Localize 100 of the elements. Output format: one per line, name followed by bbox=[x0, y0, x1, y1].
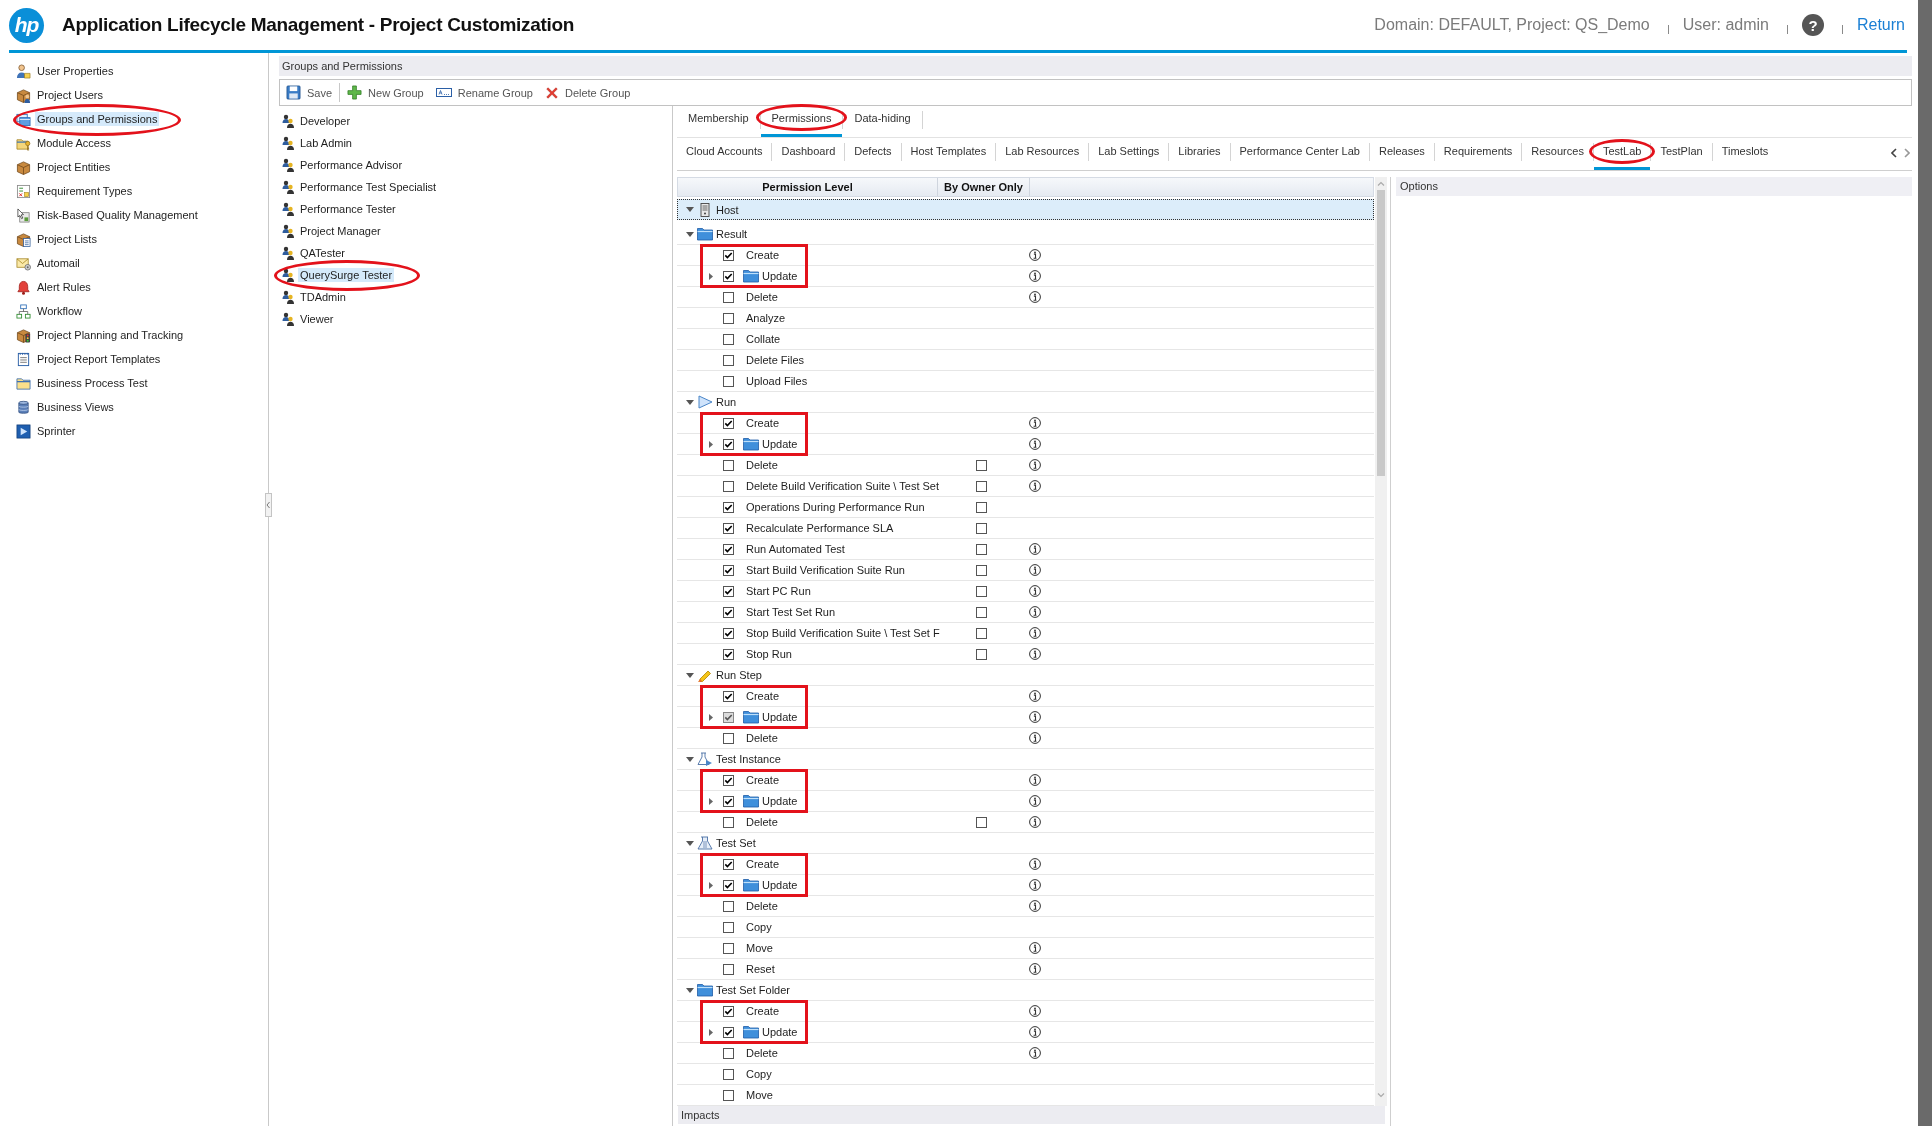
tab[interactable]: Requirements bbox=[1434, 138, 1522, 170]
sidebar-item[interactable]: Project Lists bbox=[0, 227, 268, 251]
sidebar-item[interactable]: Module Access bbox=[0, 131, 268, 155]
info-icon[interactable] bbox=[1029, 606, 1041, 618]
tree-row[interactable]: Host bbox=[677, 199, 1374, 220]
info-icon[interactable] bbox=[1029, 711, 1041, 723]
tab[interactable]: Defects bbox=[845, 138, 901, 170]
checkbox[interactable] bbox=[976, 627, 987, 639]
checkbox[interactable] bbox=[723, 1047, 734, 1059]
checkbox[interactable] bbox=[723, 375, 734, 387]
info-icon[interactable] bbox=[1029, 459, 1041, 471]
checkbox[interactable] bbox=[723, 291, 734, 303]
info-icon[interactable] bbox=[1029, 417, 1041, 429]
info-icon[interactable] bbox=[1029, 690, 1041, 702]
checkbox[interactable] bbox=[723, 1005, 734, 1017]
checkbox[interactable] bbox=[723, 417, 734, 429]
info-icon[interactable] bbox=[1029, 1026, 1041, 1038]
tab[interactable]: Dashboard bbox=[772, 138, 845, 170]
tab[interactable]: Resources bbox=[1522, 138, 1593, 170]
info-icon[interactable] bbox=[1029, 816, 1041, 828]
checkbox[interactable] bbox=[723, 795, 734, 807]
tab[interactable]: Libraries bbox=[1169, 138, 1230, 170]
tab[interactable]: Lab Settings bbox=[1089, 138, 1169, 170]
caret-right-icon[interactable] bbox=[709, 272, 713, 280]
tab[interactable]: Performance Center Lab bbox=[1230, 138, 1369, 170]
checkbox[interactable] bbox=[723, 270, 734, 282]
info-icon[interactable] bbox=[1029, 1047, 1041, 1059]
group-item[interactable]: Developer bbox=[279, 110, 672, 132]
tab[interactable]: Releases bbox=[1369, 138, 1434, 170]
checkbox[interactable] bbox=[723, 711, 734, 723]
checkbox[interactable] bbox=[723, 690, 734, 702]
info-icon[interactable] bbox=[1029, 963, 1041, 975]
chevron-right-icon[interactable] bbox=[1904, 147, 1910, 158]
info-icon[interactable] bbox=[1029, 585, 1041, 597]
sidebar-item[interactable]: Business Views bbox=[0, 395, 268, 419]
checkbox[interactable] bbox=[723, 900, 734, 912]
checkbox[interactable] bbox=[976, 480, 987, 492]
info-icon[interactable] bbox=[1029, 291, 1041, 303]
checkbox[interactable] bbox=[723, 921, 734, 933]
sidebar-item[interactable]: Workflow bbox=[0, 299, 268, 323]
checkbox[interactable] bbox=[976, 606, 987, 618]
tab[interactable]: TestLab bbox=[1593, 138, 1651, 170]
checkbox[interactable] bbox=[723, 858, 734, 870]
checkbox[interactable] bbox=[723, 732, 734, 744]
checkbox[interactable] bbox=[976, 816, 987, 828]
group-item[interactable]: QuerySurge Tester bbox=[279, 264, 672, 286]
tab[interactable]: TestPlan bbox=[1651, 138, 1712, 170]
help-button[interactable]: ? bbox=[1801, 14, 1824, 36]
sidebar-item[interactable]: Alert Rules bbox=[0, 275, 268, 299]
checkbox[interactable] bbox=[976, 522, 987, 534]
sidebar-item[interactable]: Groups and Permissions bbox=[0, 107, 268, 131]
collapse-handle[interactable] bbox=[265, 493, 272, 517]
tree-row[interactable]: Run Step bbox=[677, 665, 1374, 686]
checkbox[interactable] bbox=[723, 606, 734, 618]
checkbox[interactable] bbox=[723, 543, 734, 555]
checkbox[interactable] bbox=[976, 564, 987, 576]
info-icon[interactable] bbox=[1029, 438, 1041, 450]
group-item[interactable]: Viewer bbox=[279, 308, 672, 330]
toolbar-button[interactable]: Rename Group bbox=[429, 80, 539, 105]
checkbox[interactable] bbox=[723, 312, 734, 324]
tree-row[interactable]: Result bbox=[677, 224, 1374, 245]
checkbox[interactable] bbox=[723, 249, 734, 261]
sidebar-item[interactable]: Project Planning and Tracking bbox=[0, 323, 268, 347]
tree-row[interactable]: Test Set Folder bbox=[677, 980, 1374, 1001]
tree-row[interactable]: Run bbox=[677, 392, 1374, 413]
group-item[interactable]: TDAdmin bbox=[279, 286, 672, 308]
tab[interactable]: Lab Resources bbox=[996, 138, 1089, 170]
caret-right-icon[interactable] bbox=[709, 713, 713, 721]
checkbox[interactable] bbox=[976, 543, 987, 555]
sidebar-item[interactable]: Project Entities bbox=[0, 155, 268, 179]
caret-down-icon[interactable] bbox=[686, 672, 694, 678]
checkbox[interactable] bbox=[723, 648, 734, 660]
caret-right-icon[interactable] bbox=[709, 881, 713, 889]
checkbox[interactable] bbox=[723, 963, 734, 975]
caret-right-icon[interactable] bbox=[709, 440, 713, 448]
scrollbar[interactable] bbox=[1375, 177, 1387, 1106]
scrollbar-thumb[interactable] bbox=[1377, 190, 1385, 476]
checkbox[interactable] bbox=[723, 774, 734, 786]
toolbar-button[interactable]: Save bbox=[280, 80, 339, 105]
group-item[interactable]: Performance Advisor bbox=[279, 154, 672, 176]
sidebar-item[interactable]: Risk-Based Quality Management bbox=[0, 203, 268, 227]
tab[interactable]: Membership bbox=[677, 106, 760, 137]
caret-down-icon[interactable] bbox=[686, 399, 694, 405]
caret-down-icon[interactable] bbox=[686, 231, 694, 237]
info-icon[interactable] bbox=[1029, 795, 1041, 807]
info-icon[interactable] bbox=[1029, 480, 1041, 492]
info-icon[interactable] bbox=[1029, 900, 1041, 912]
checkbox[interactable] bbox=[723, 501, 734, 513]
sidebar-item[interactable]: Automail bbox=[0, 251, 268, 275]
caret-down-icon[interactable] bbox=[686, 207, 694, 212]
checkbox[interactable] bbox=[723, 564, 734, 576]
info-icon[interactable] bbox=[1029, 879, 1041, 891]
checkbox[interactable] bbox=[723, 1068, 734, 1080]
toolbar-button[interactable]: New Group bbox=[341, 80, 430, 105]
group-item[interactable]: Lab Admin bbox=[279, 132, 672, 154]
sidebar-item[interactable]: Sprinter bbox=[0, 419, 268, 443]
info-icon[interactable] bbox=[1029, 648, 1041, 660]
sidebar-item[interactable]: Project Report Templates bbox=[0, 347, 268, 371]
group-item[interactable]: Performance Test Specialist bbox=[279, 176, 672, 198]
toolbar-button[interactable]: Delete Group bbox=[538, 80, 637, 105]
